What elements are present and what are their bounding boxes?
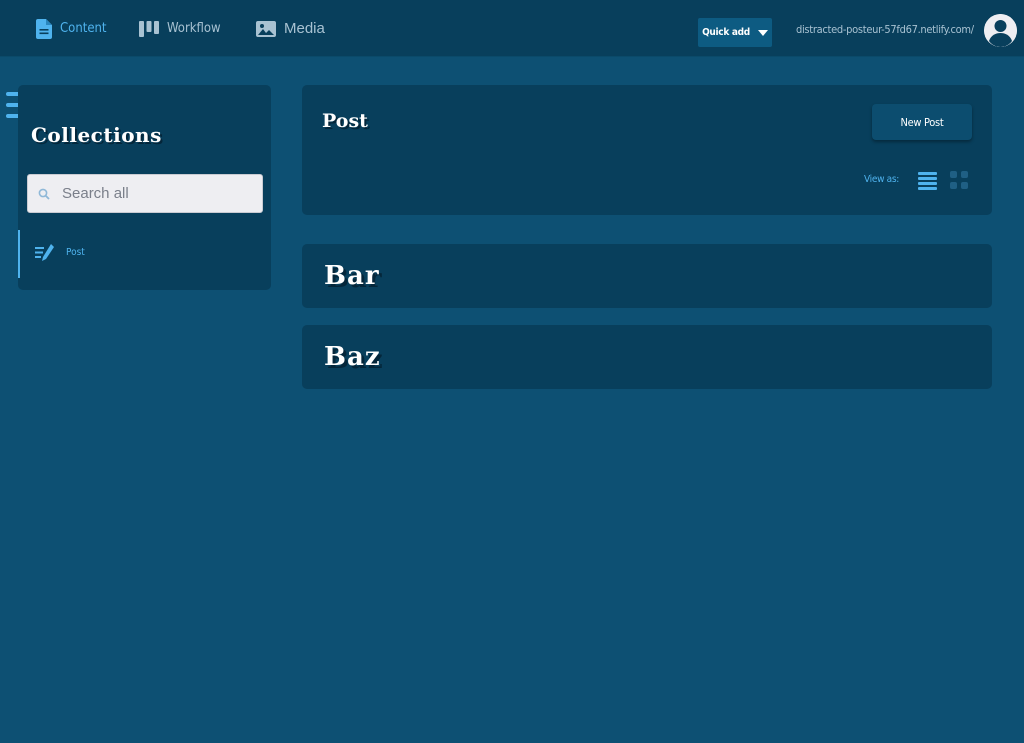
site-url-link[interactable]: distracted-posteur-57fd67.netlify.com/	[796, 23, 974, 36]
collections-sidebar: Collections Post	[18, 85, 271, 290]
nav-workflow-label: Workflow	[167, 21, 221, 36]
sidebar-title: Collections	[31, 123, 162, 147]
entry-title: Bar	[324, 261, 380, 291]
view-as-label: View as:	[864, 174, 900, 185]
user-avatar-icon	[984, 14, 1017, 47]
sidebar-item-post[interactable]: Post	[18, 230, 271, 278]
search-container	[27, 174, 263, 213]
nav-content-label: Content	[60, 21, 107, 36]
nav-workflow[interactable]: Workflow	[139, 0, 221, 57]
sidebar-item-post-label: Post	[66, 247, 85, 258]
new-post-button[interactable]: New Post	[872, 104, 972, 140]
nav-media-label: Media	[284, 20, 325, 37]
document-icon	[36, 18, 52, 39]
kanban-icon	[139, 20, 159, 37]
collection-title: Post	[322, 110, 368, 132]
chevron-down-icon	[757, 29, 768, 36]
grid-view-icon[interactable]	[950, 171, 969, 190]
nav-content[interactable]: Content	[36, 0, 107, 57]
image-icon	[256, 20, 276, 37]
list-item[interactable]: Bar	[302, 244, 992, 308]
user-avatar-button[interactable]	[984, 14, 1017, 47]
top-navigation-bar: Content Workflow Media Quick add distrac…	[0, 0, 1024, 57]
edit-list-icon	[35, 244, 54, 261]
collection-header: Post New Post View as:	[302, 85, 992, 215]
quick-add-button[interactable]: Quick add	[698, 18, 772, 47]
list-view-icon[interactable]	[918, 171, 937, 190]
list-item[interactable]: Baz	[302, 325, 992, 389]
search-icon	[38, 188, 50, 200]
search-input[interactable]	[62, 175, 257, 212]
nav-media[interactable]: Media	[256, 0, 325, 57]
entry-title: Baz	[324, 342, 381, 372]
quick-add-label: Quick add	[702, 27, 750, 38]
